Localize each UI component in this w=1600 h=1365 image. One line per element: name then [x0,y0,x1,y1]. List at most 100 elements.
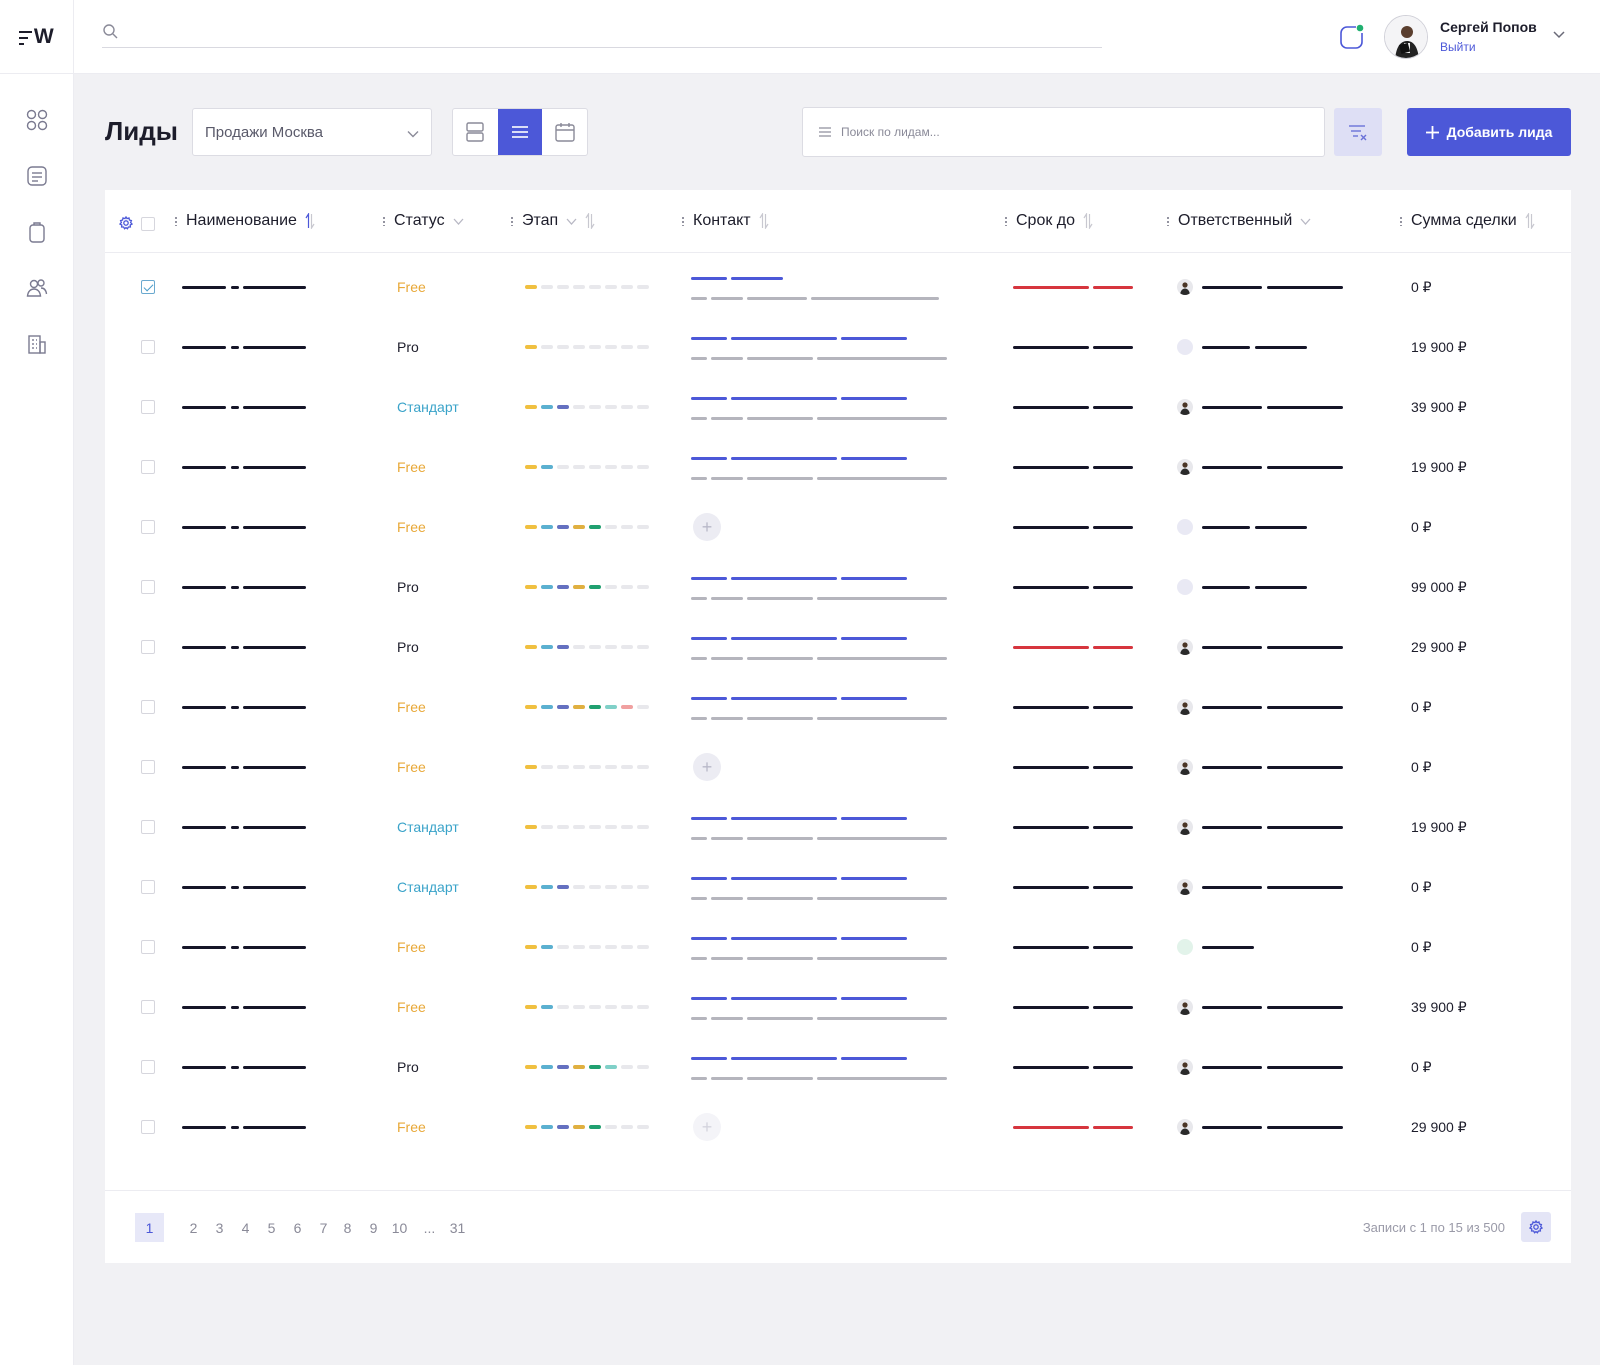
sort-icon[interactable] [1083,213,1093,229]
status-badge[interactable]: Free [397,459,426,475]
add-lead-button[interactable]: Добавить лида [1407,108,1571,156]
clear-filter-button[interactable] [1334,108,1382,156]
chevron-down-icon[interactable] [453,216,464,227]
drag-handle-icon[interactable] [511,216,513,226]
table-row[interactable]: Стандарт 19 900 ₽ [105,797,1571,857]
nav-contacts-icon[interactable] [25,276,49,300]
table-row[interactable]: Free +0 ₽ [105,497,1571,557]
stage-progress[interactable] [525,825,655,829]
status-badge[interactable]: Pro [397,639,419,655]
page-button[interactable]: 9 [359,1213,388,1242]
chevron-down-icon[interactable] [566,216,577,227]
pipeline-select[interactable]: Продажи Москва [192,108,432,156]
table-row[interactable]: Free 19 900 ₽ [105,437,1571,497]
page-button[interactable]: 3 [205,1213,234,1242]
status-badge[interactable]: Pro [397,579,419,595]
stage-progress[interactable] [525,885,655,889]
stage-progress[interactable] [525,525,655,529]
sort-icon[interactable] [305,213,315,229]
logout-link[interactable]: Выйти [1440,40,1476,54]
stage-progress[interactable] [525,945,655,949]
app-logo[interactable]: W [0,0,73,74]
row-checkbox[interactable] [141,940,155,954]
page-button[interactable]: 6 [283,1213,312,1242]
row-checkbox[interactable] [141,460,155,474]
drag-handle-icon[interactable] [175,216,177,226]
table-row[interactable]: Pro 0 ₽ [105,1037,1571,1097]
global-search-input[interactable] [128,18,1088,46]
status-badge[interactable]: Free [397,279,426,295]
page-button[interactable]: 2 [179,1213,208,1242]
row-checkbox[interactable] [141,1060,155,1074]
row-checkbox[interactable] [141,1000,155,1014]
page-button[interactable]: 8 [333,1213,362,1242]
column-deadline[interactable]: Срок до [1005,211,1093,231]
nav-tasks-icon[interactable] [25,220,49,244]
table-row[interactable]: Free 39 900 ₽ [105,977,1571,1037]
status-badge[interactable]: Free [397,939,426,955]
table-row[interactable]: Free 0 ₽ [105,917,1571,977]
drag-handle-icon[interactable] [1400,216,1402,226]
column-status[interactable]: Статус [383,211,464,231]
nav-companies-icon[interactable] [25,332,49,356]
page-button[interactable]: 31 [443,1213,472,1242]
chevron-down-icon[interactable] [1300,216,1311,227]
stage-progress[interactable] [525,1065,655,1069]
row-checkbox[interactable] [141,520,155,534]
sort-icon[interactable] [1525,213,1535,229]
row-checkbox[interactable] [141,700,155,714]
drag-handle-icon[interactable] [383,216,385,226]
table-row[interactable]: Free 0 ₽ [105,677,1571,737]
stage-progress[interactable] [525,1125,655,1129]
sort-icon[interactable] [759,213,769,229]
table-row[interactable]: Pro 19 900 ₽ [105,317,1571,377]
notification-icon[interactable] [1339,24,1365,49]
stage-progress[interactable] [525,705,655,709]
status-badge[interactable]: Free [397,519,426,535]
view-kanban-button[interactable] [453,109,498,155]
row-checkbox[interactable] [141,820,155,834]
nav-leads-icon[interactable] [25,164,49,188]
page-button[interactable]: 10 [385,1213,414,1242]
view-calendar-button[interactable] [542,109,587,155]
table-row[interactable]: Free +29 900 ₽ [105,1097,1571,1157]
nav-dashboard-icon[interactable] [25,108,49,132]
column-contact[interactable]: Контакт [682,211,769,231]
column-name[interactable]: Наименование [175,211,315,231]
status-badge[interactable]: Pro [397,339,419,355]
view-list-button[interactable] [497,109,543,155]
stage-progress[interactable] [525,1005,655,1009]
status-badge[interactable]: Free [397,699,426,715]
stage-progress[interactable] [525,465,655,469]
row-checkbox[interactable] [141,340,155,354]
row-checkbox[interactable] [141,880,155,894]
drag-handle-icon[interactable] [1167,216,1169,226]
status-badge[interactable]: Pro [397,1059,419,1075]
stage-progress[interactable] [525,585,655,589]
column-stage[interactable]: Этап [511,211,595,231]
row-checkbox[interactable] [141,640,155,654]
chevron-down-icon[interactable] [1552,28,1566,42]
stage-progress[interactable] [525,345,655,349]
row-checkbox[interactable] [141,400,155,414]
page-button[interactable]: 5 [257,1213,286,1242]
page-size-settings-button[interactable] [1521,1212,1551,1242]
select-all-checkbox[interactable] [141,217,155,231]
column-amount[interactable]: Сумма сделки [1400,211,1535,231]
lead-search[interactable] [802,107,1325,157]
table-row[interactable]: Pro 99 000 ₽ [105,557,1571,617]
status-badge[interactable]: Стандарт [397,819,459,835]
lead-search-input[interactable] [841,108,1311,156]
add-contact-icon[interactable]: + [693,753,721,781]
row-checkbox[interactable] [141,280,155,294]
row-checkbox[interactable] [141,580,155,594]
table-row[interactable]: Стандарт 39 900 ₽ [105,377,1571,437]
table-row[interactable]: Стандарт 0 ₽ [105,857,1571,917]
stage-progress[interactable] [525,285,655,289]
status-badge[interactable]: Free [397,999,426,1015]
table-row[interactable]: Free +0 ₽ [105,737,1571,797]
column-owner[interactable]: Ответственный [1167,211,1311,231]
status-badge[interactable]: Стандарт [397,879,459,895]
drag-handle-icon[interactable] [682,216,684,226]
page-button[interactable]: 1 [135,1213,164,1242]
